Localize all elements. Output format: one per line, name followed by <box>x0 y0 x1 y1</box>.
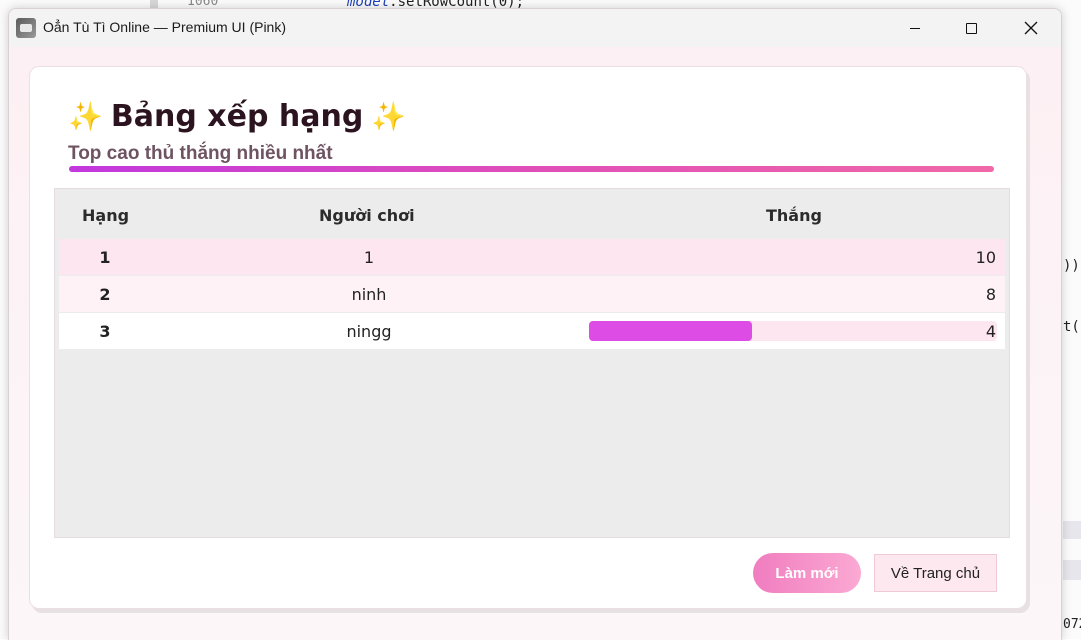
home-button[interactable]: Về Trang chủ <box>874 554 997 592</box>
minimize-button[interactable] <box>892 9 938 47</box>
close-button[interactable] <box>1008 9 1054 47</box>
wins-cell: 10 <box>975 248 996 267</box>
leaderboard-table[interactable]: Hạng Người chơi Thắng 1 1 10 2 ninh 8 3 … <box>54 188 1010 538</box>
ide-code-fragment: t( <box>1063 319 1080 335</box>
sparkle-icon: ✨ <box>68 99 103 133</box>
table-row[interactable]: 3 ningg 4 <box>59 313 1005 349</box>
page-title: ✨ Bảng xếp hạng ✨ <box>68 96 406 136</box>
page-title-text: Bảng xếp hạng <box>110 98 364 134</box>
client-area: ✨ Bảng xếp hạng ✨ Top cao thủ thắng nhiề… <box>9 47 1061 640</box>
wins-cell: 8 <box>985 285 996 304</box>
column-header-player[interactable]: Người chơi <box>319 206 415 225</box>
wins-progress-bar <box>589 321 997 341</box>
table-row[interactable]: 1 1 10 <box>59 239 1005 275</box>
page-subtitle: Top cao thủ thắng nhiều nhất <box>68 143 333 164</box>
sparkle-icon: ✨ <box>371 99 407 133</box>
table-row[interactable]: 2 ninh 8 <box>59 276 1005 312</box>
refresh-button[interactable]: Làm mới <box>753 553 861 593</box>
minimize-icon <box>910 27 920 29</box>
window-title: Oẳn Tù Tì Online — Premium UI (Pink) <box>43 19 286 35</box>
leaderboard-card: ✨ Bảng xếp hạng ✨ Top cao thủ thắng nhiề… <box>29 66 1027 609</box>
ide-scroll-marker <box>1063 560 1081 580</box>
ide-status-fragment: 072 <box>1063 617 1081 632</box>
player-cell: 1 <box>363 248 375 267</box>
ide-code-fragment: )) <box>1063 258 1080 274</box>
player-cell: ninh <box>351 285 387 304</box>
rank-cell: 1 <box>99 248 111 267</box>
maximize-button[interactable] <box>948 9 994 47</box>
player-cell: ningg <box>346 322 392 341</box>
wins-progress-fill <box>589 321 753 341</box>
table-header: Hạng Người chơi Thắng <box>55 189 1009 239</box>
ide-scroll-marker <box>1063 521 1081 539</box>
column-header-rank[interactable]: Hạng <box>82 206 129 225</box>
app-icon <box>16 18 36 38</box>
app-window: Oẳn Tù Tì Online — Premium UI (Pink) ✨ B… <box>8 8 1062 640</box>
maximize-icon <box>965 22 977 34</box>
rank-cell: 2 <box>99 285 111 304</box>
column-header-wins[interactable]: Thắng <box>766 206 822 225</box>
title-underline <box>69 166 994 172</box>
rank-cell: 3 <box>99 322 111 341</box>
title-bar[interactable]: Oẳn Tù Tì Online — Premium UI (Pink) <box>9 9 1061 47</box>
close-icon <box>1024 21 1038 35</box>
wins-cell: 4 <box>985 322 996 341</box>
